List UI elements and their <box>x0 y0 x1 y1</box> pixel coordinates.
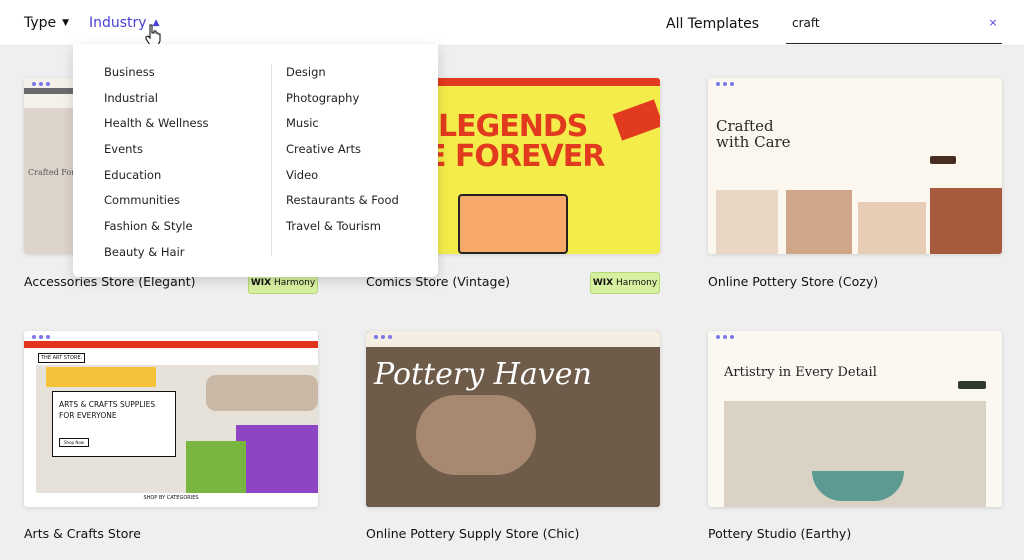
search-box: × <box>786 10 1002 44</box>
thumb-logo: THE ART STORE. <box>38 353 86 363</box>
all-templates-button[interactable]: All Templates <box>666 16 759 32</box>
dropdown-item-restaurants-food[interactable]: Restaurants & Food <box>286 188 399 214</box>
dropdown-item-fashion-style[interactable]: Fashion & Style <box>104 214 209 240</box>
template-name[interactable]: Arts & Crafts Store <box>24 526 141 541</box>
template-thumbnail[interactable]: Crafted with Care <box>708 78 1002 254</box>
dropdown-item-photography[interactable]: Photography <box>286 86 399 112</box>
thumb-footer: SHOP BY CATEGORIES <box>143 495 199 501</box>
window-dots-icon <box>716 82 734 86</box>
thumb-heading-line2: FOR EVERYONE <box>59 411 117 420</box>
template-thumbnail[interactable]: THE ART STORE. ARTS & CRAFTS SUPPLIES FO… <box>24 331 318 507</box>
type-filter-label: Type <box>24 15 57 31</box>
chevron-down-icon: ▼ <box>62 18 70 28</box>
thumb-heading: Pottery Haven <box>374 357 592 392</box>
window-dots-icon <box>32 335 50 339</box>
hand-cursor-icon <box>145 24 161 46</box>
template-thumbnail[interactable]: Pottery Haven <box>366 331 660 507</box>
industry-dropdown: Business Industrial Health & Wellness Ev… <box>73 44 438 277</box>
dropdown-item-health-wellness[interactable]: Health & Wellness <box>104 111 209 137</box>
top-bar: Type ▼ Industry ▲ All Templates × <box>0 0 1024 46</box>
template-name[interactable]: Online Pottery Store (Cozy) <box>708 274 878 289</box>
dropdown-item-business[interactable]: Business <box>104 60 209 86</box>
dropdown-item-events[interactable]: Events <box>104 137 209 163</box>
dropdown-item-video[interactable]: Video <box>286 163 399 189</box>
dropdown-item-beauty-hair[interactable]: Beauty & Hair <box>104 240 209 266</box>
thumb-heading: Artistry in Every Detail <box>724 365 877 380</box>
dropdown-divider <box>271 64 272 256</box>
dropdown-item-communities[interactable]: Communities <box>104 188 209 214</box>
thumb-cta: Shop Now <box>59 438 90 447</box>
industry-filter-label: Industry <box>89 15 147 31</box>
badge-harmony: Harmony <box>274 278 316 288</box>
window-dots-icon <box>716 335 734 339</box>
dropdown-item-travel-tourism[interactable]: Travel & Tourism <box>286 214 399 240</box>
dropdown-column-right: Design Photography Music Creative Arts V… <box>286 60 399 240</box>
window-dots-icon <box>374 335 392 339</box>
clear-search-icon[interactable]: × <box>986 16 1000 30</box>
dropdown-item-creative-arts[interactable]: Creative Arts <box>286 137 399 163</box>
badge-harmony: Harmony <box>616 278 658 288</box>
dropdown-item-music[interactable]: Music <box>286 111 399 137</box>
badge-wix: WIX <box>592 278 614 288</box>
dropdown-item-industrial[interactable]: Industrial <box>104 86 209 112</box>
badge-wix: WIX <box>250 278 272 288</box>
wix-harmony-badge: WIX Harmony <box>590 272 660 294</box>
window-dots-icon <box>32 82 50 86</box>
thumb-heading-line2: with Care <box>716 133 791 151</box>
type-filter[interactable]: Type ▼ <box>24 15 69 31</box>
template-thumbnail[interactable]: Artistry in Every Detail <box>708 331 1002 507</box>
template-name[interactable]: Online Pottery Supply Store (Chic) <box>366 526 579 541</box>
dropdown-column-left: Business Industrial Health & Wellness Ev… <box>104 60 209 266</box>
thumb-heading-line1: ARTS & CRAFTS SUPPLIES <box>59 400 156 409</box>
dropdown-item-design[interactable]: Design <box>286 60 399 86</box>
thumb-heading-line1: Crafted <box>716 117 774 135</box>
search-input[interactable] <box>792 16 972 30</box>
dropdown-item-education[interactable]: Education <box>104 163 209 189</box>
template-name[interactable]: Pottery Studio (Earthy) <box>708 526 851 541</box>
